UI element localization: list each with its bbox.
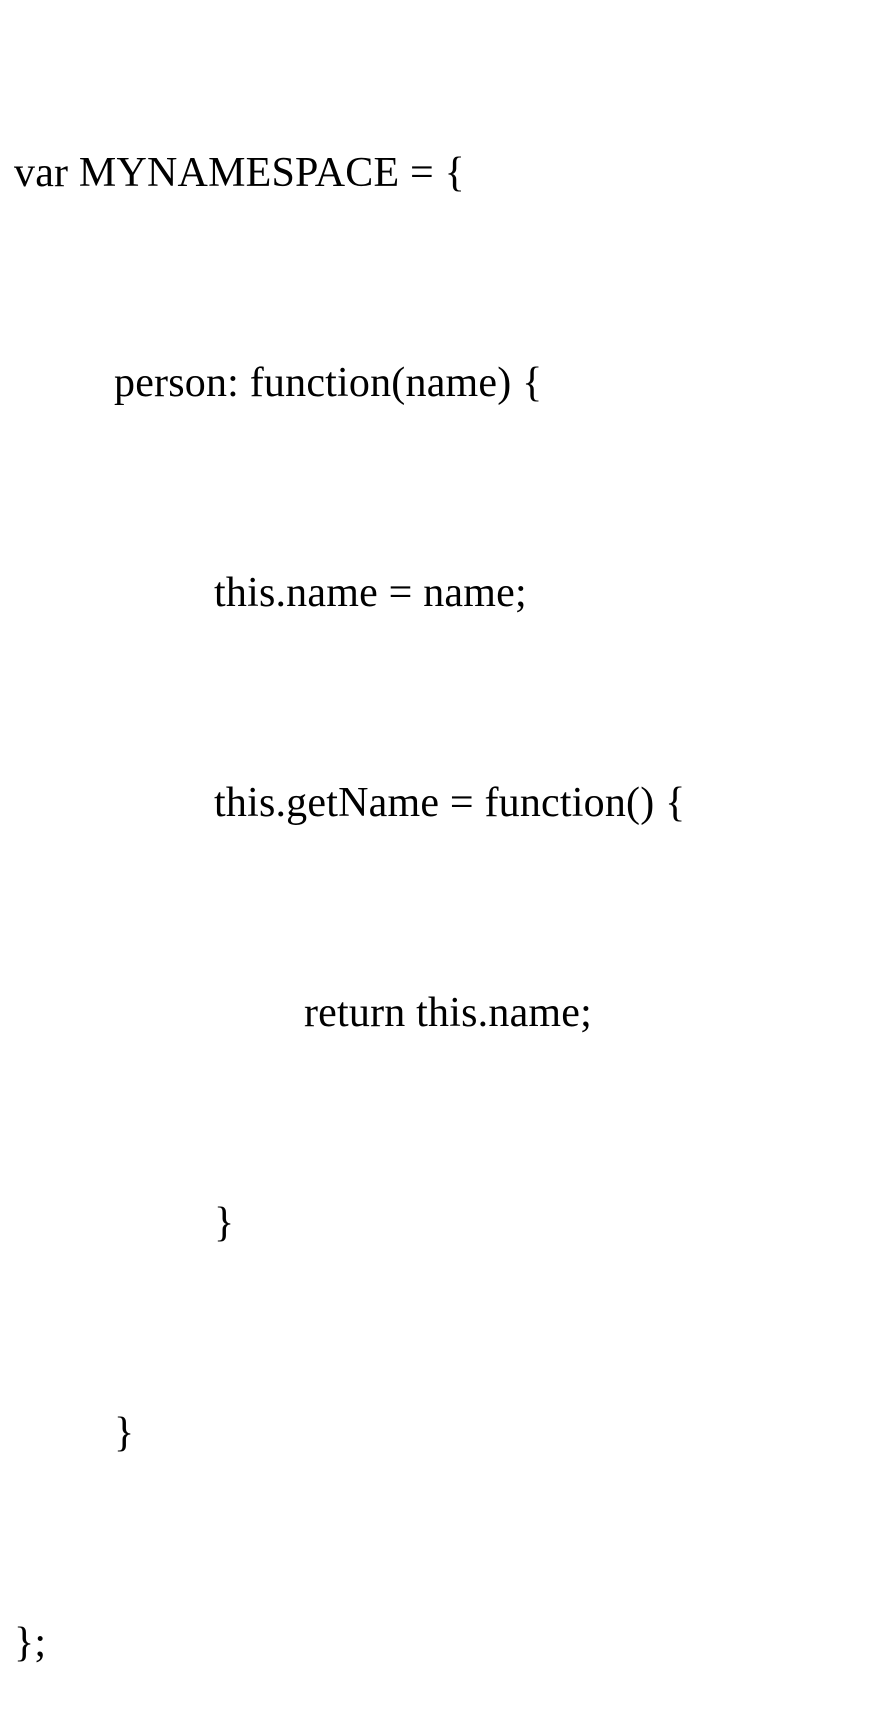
code-line: } xyxy=(14,1171,894,1276)
code-block: var MYNAMESPACE = { person: function(nam… xyxy=(0,0,894,1712)
code-line: } xyxy=(14,1381,894,1486)
code-line: }; xyxy=(14,1591,894,1696)
code-line: person: function(name) { xyxy=(14,331,894,436)
code-line: var MYNAMESPACE = { xyxy=(14,121,894,226)
code-line: return this.name; xyxy=(14,961,894,1066)
code-line: this.name = name; xyxy=(14,541,894,646)
code-line: this.getName = function() { xyxy=(14,751,894,856)
